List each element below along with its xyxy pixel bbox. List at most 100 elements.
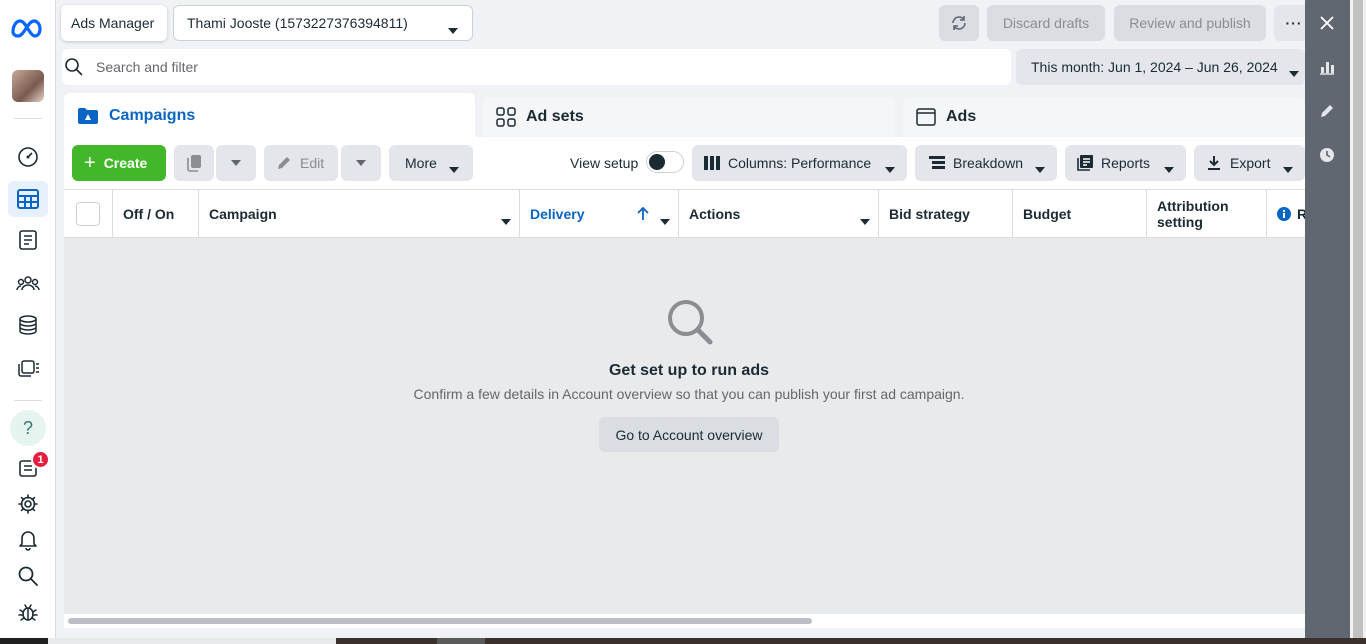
discard-drafts-button[interactable]: Discard drafts xyxy=(987,5,1105,41)
caret-down-icon[interactable] xyxy=(660,212,670,228)
create-label: Create xyxy=(103,155,148,171)
taskbar-segment xyxy=(437,638,485,644)
duplicate-icon xyxy=(187,155,201,172)
ad-reports-icon[interactable] xyxy=(8,222,48,258)
os-taskbar xyxy=(0,638,1366,644)
breakdown-label: Breakdown xyxy=(953,155,1024,171)
column-campaign[interactable]: Campaign xyxy=(199,190,520,238)
sort-ascending-icon[interactable] xyxy=(637,206,649,224)
column-actions-label: Actions xyxy=(689,206,741,222)
column-attribution-setting[interactable]: Attribution setting xyxy=(1147,190,1267,238)
meta-logo-icon[interactable] xyxy=(8,8,48,48)
reports-button[interactable]: Reports xyxy=(1065,145,1186,181)
column-campaign-label: Campaign xyxy=(209,206,277,222)
create-button[interactable]: + Create xyxy=(72,145,166,181)
caret-down-icon xyxy=(885,160,895,176)
duplicate-menu-caret[interactable] xyxy=(216,145,256,181)
help-icon[interactable]: ? xyxy=(10,410,46,446)
account-overview-icon[interactable] xyxy=(8,138,48,174)
plus-icon: + xyxy=(84,151,96,174)
column-actions[interactable]: Actions xyxy=(679,190,879,238)
campaigns-toolbar: + Create Edit More View setup Columns: P… xyxy=(64,137,1305,189)
refresh-button[interactable] xyxy=(939,5,979,41)
tab-ad-sets[interactable]: Ad sets xyxy=(483,97,895,137)
vertical-scrollbar[interactable] xyxy=(1350,0,1366,638)
left-nav-rail: ? 1 xyxy=(0,0,56,638)
caret-down-icon xyxy=(448,21,458,37)
search-input[interactable] xyxy=(96,55,976,79)
caret-down-icon[interactable] xyxy=(860,212,870,228)
caret-down-icon xyxy=(1035,160,1045,176)
audiences-icon[interactable] xyxy=(8,265,48,301)
columns-icon xyxy=(704,156,720,170)
edit-button[interactable]: Edit xyxy=(264,145,338,181)
notification-count-badge: 1 xyxy=(31,450,50,469)
column-budget[interactable]: Budget xyxy=(1013,190,1147,238)
column-delivery-label: Delivery xyxy=(530,206,585,222)
all-tools-icon[interactable] xyxy=(8,349,48,385)
bell-icon[interactable] xyxy=(8,522,48,558)
horizontal-scrollbar-thumb[interactable] xyxy=(68,618,812,624)
table-body: Get set up to run ads Confirm a few deta… xyxy=(64,238,1305,614)
history-clock-icon[interactable] xyxy=(1315,143,1339,167)
select-all-checkbox[interactable] xyxy=(76,202,100,226)
view-setup-label: View setup xyxy=(570,155,639,171)
date-range-label: This month: Jun 1, 2024 – Jun 26, 2024 xyxy=(1031,59,1278,75)
columns-button[interactable]: Columns: Performance xyxy=(692,145,907,181)
tab-label: Campaigns xyxy=(109,106,196,124)
refresh-icon xyxy=(952,16,966,30)
caret-down-icon xyxy=(1289,64,1299,80)
empty-state-message: Confirm a few details in Account overvie… xyxy=(413,386,965,402)
more-button[interactable]: More xyxy=(389,145,473,181)
pencil-icon[interactable] xyxy=(1315,99,1339,123)
caret-down-icon xyxy=(449,160,459,176)
top-bar: Ads Manager Thami Jooste (15732273763948… xyxy=(56,0,1314,46)
campaigns-table-icon[interactable] xyxy=(8,181,48,217)
export-button[interactable]: Export xyxy=(1194,145,1305,181)
breakdown-button[interactable]: Breakdown xyxy=(915,145,1057,181)
select-all-cell xyxy=(64,190,112,238)
breakdown-icon xyxy=(929,155,945,171)
caret-down-icon xyxy=(1283,160,1293,176)
app-title: Ads Manager xyxy=(61,5,167,41)
column-results[interactable]: R xyxy=(1267,190,1307,238)
horizontal-scrollbar[interactable] xyxy=(64,614,1305,628)
more-label: More xyxy=(405,155,437,171)
reports-label: Reports xyxy=(1101,155,1151,171)
caret-down-icon xyxy=(356,160,366,166)
edit-menu-caret[interactable] xyxy=(341,145,381,181)
search-icon xyxy=(64,57,84,80)
magnifier-icon xyxy=(666,298,714,349)
export-label: Export xyxy=(1230,155,1271,171)
pencil-icon xyxy=(276,155,292,171)
rail-divider xyxy=(14,400,42,401)
column-bid-strategy[interactable]: Bid strategy xyxy=(879,190,1013,238)
caret-down-icon[interactable] xyxy=(501,212,511,228)
edit-label: Edit xyxy=(300,155,325,171)
date-range-picker[interactable]: This month: Jun 1, 2024 – Jun 26, 2024 xyxy=(1016,49,1305,85)
tab-campaigns[interactable]: Campaigns xyxy=(64,93,475,138)
taskbar-segment xyxy=(336,638,1366,644)
search-icon[interactable] xyxy=(8,558,48,594)
billing-icon[interactable] xyxy=(8,307,48,343)
ad-window-icon xyxy=(916,108,936,126)
duplicate-button[interactable] xyxy=(174,145,214,181)
bar-chart-icon[interactable] xyxy=(1315,55,1339,79)
reports-icon xyxy=(1077,155,1093,171)
tab-label: Ads xyxy=(946,108,977,125)
info-icon[interactable] xyxy=(1277,207,1291,221)
column-delivery[interactable]: Delivery xyxy=(520,190,679,238)
folder-icon xyxy=(77,107,99,125)
go-to-account-overview-button[interactable]: Go to Account overview xyxy=(599,417,779,452)
view-setup-toggle[interactable] xyxy=(646,151,684,173)
column-off-on[interactable]: Off / On xyxy=(112,190,199,238)
tab-label: Ad sets xyxy=(526,108,584,125)
vertical-scrollbar-thumb[interactable] xyxy=(1353,0,1363,638)
review-and-publish-button[interactable]: Review and publish xyxy=(1114,5,1266,41)
account-selector[interactable]: Thami Jooste (1573227376394811) xyxy=(173,5,473,41)
settings-gear-icon[interactable] xyxy=(8,486,48,522)
account-avatar[interactable] xyxy=(12,70,44,102)
bug-report-icon[interactable] xyxy=(8,594,48,630)
tab-ads[interactable]: Ads xyxy=(903,97,1305,137)
close-icon[interactable] xyxy=(1315,11,1339,35)
